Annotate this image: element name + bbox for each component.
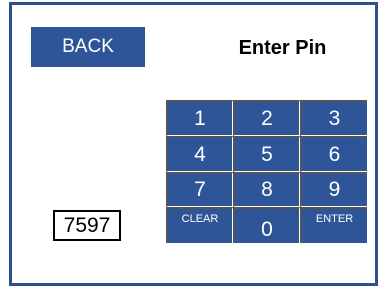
clear-button[interactable]: CLEAR: [166, 207, 233, 243]
page-title: Enter Pin: [238, 36, 327, 59]
key-0[interactable]: 0: [233, 207, 300, 243]
key-9[interactable]: 9: [300, 171, 367, 208]
enter-button[interactable]: ENTER: [300, 207, 367, 243]
key-2[interactable]: 2: [233, 100, 300, 136]
key-6[interactable]: 6: [300, 135, 367, 172]
pin-display: 7597: [53, 210, 121, 241]
back-button[interactable]: BACK: [31, 27, 145, 67]
key-8[interactable]: 8: [233, 171, 300, 208]
key-5[interactable]: 5: [233, 135, 300, 172]
key-3[interactable]: 3: [300, 100, 367, 136]
key-1[interactable]: 1: [166, 100, 233, 136]
numeric-keypad: 1 2 3 4 5 6 7 8 9 CLEAR 0 ENTER: [166, 100, 367, 243]
key-7[interactable]: 7: [166, 171, 233, 208]
key-4[interactable]: 4: [166, 135, 233, 172]
